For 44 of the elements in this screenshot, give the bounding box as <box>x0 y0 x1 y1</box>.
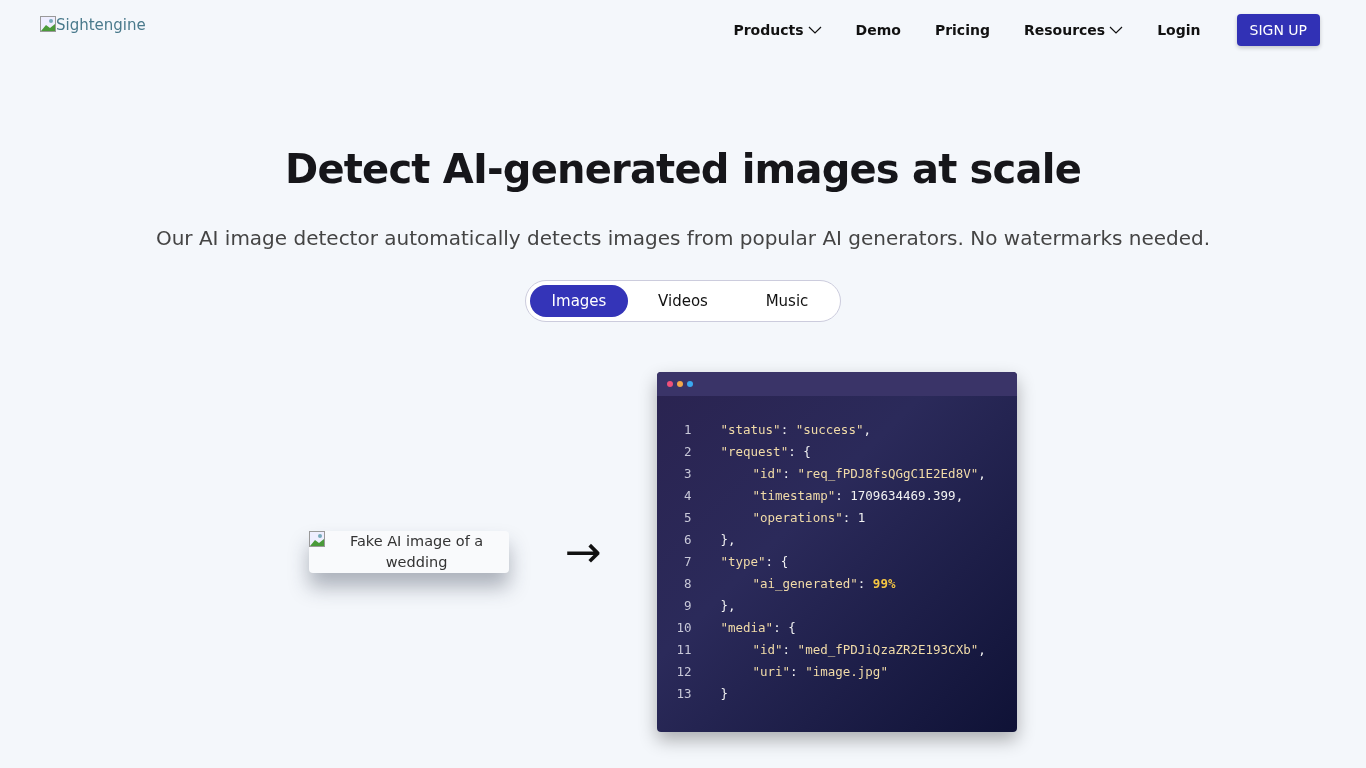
line-number: 3 <box>682 465 692 481</box>
code-line: "ai_generated": 99% <box>751 575 896 591</box>
tab[interactable]: Videos <box>634 285 732 317</box>
chevron-down-icon <box>807 26 822 34</box>
code-line: "operations": 1 <box>751 509 866 525</box>
code-line: "id": "med_fPDJiQzaZR2E193CXb", <box>751 641 986 657</box>
headline: Detect AI-generated images at scale <box>285 146 1081 192</box>
code-line: "media": { <box>720 619 796 635</box>
sign-up-button[interactable]: SIGN UP <box>1236 14 1320 46</box>
nav-link[interactable]: Demo <box>855 22 901 38</box>
line-number: 2 <box>682 443 692 459</box>
code-line: "uri": "image.jpg" <box>751 663 888 679</box>
line-number: 5 <box>682 509 692 525</box>
code-line: "status": "success", <box>720 421 871 437</box>
subtitle: Our AI image detector automatically detects images from popular AI generators. No watermarks needed. <box>155 226 1211 250</box>
line-number: 11 <box>675 641 692 657</box>
nav-link[interactable]: Login <box>1157 22 1201 38</box>
logo-alt-text[interactable]: Sightengine <box>56 16 146 34</box>
tab[interactable]: Music <box>738 285 836 317</box>
chevron-down-icon <box>1109 26 1124 34</box>
line-number: 12 <box>675 663 692 679</box>
nav-link[interactable]: Products <box>733 22 822 38</box>
arrow-text: → <box>564 530 602 574</box>
code-line: "timestamp": 1709634469.399, <box>751 487 964 503</box>
window-dots-icon <box>667 381 696 387</box>
line-number: 8 <box>682 575 692 591</box>
code-line: "id": "req_fPDJ8fsQGgC1E2Ed8V", <box>751 465 986 481</box>
line-number: 4 <box>682 487 692 503</box>
image-alt-text: Fake AI image of a wedding <box>348 532 485 572</box>
code-line: } <box>720 685 728 701</box>
code-line: }, <box>720 531 736 547</box>
line-number: 10 <box>675 619 692 635</box>
code-line: "request": { <box>720 443 811 459</box>
line-number: 7 <box>682 553 692 569</box>
nav-link[interactable]: Pricing <box>934 22 990 38</box>
line-number: 13 <box>675 685 692 701</box>
broken-image-icon <box>40 16 56 32</box>
line-number: 9 <box>682 597 692 613</box>
line-number: 6 <box>682 531 692 547</box>
nav-link[interactable]: Resources <box>1023 22 1124 38</box>
code-line: "type": { <box>720 553 789 569</box>
code-line: }, <box>720 597 736 613</box>
line-number: 1 <box>682 421 692 437</box>
tab[interactable]: Images <box>530 285 628 317</box>
